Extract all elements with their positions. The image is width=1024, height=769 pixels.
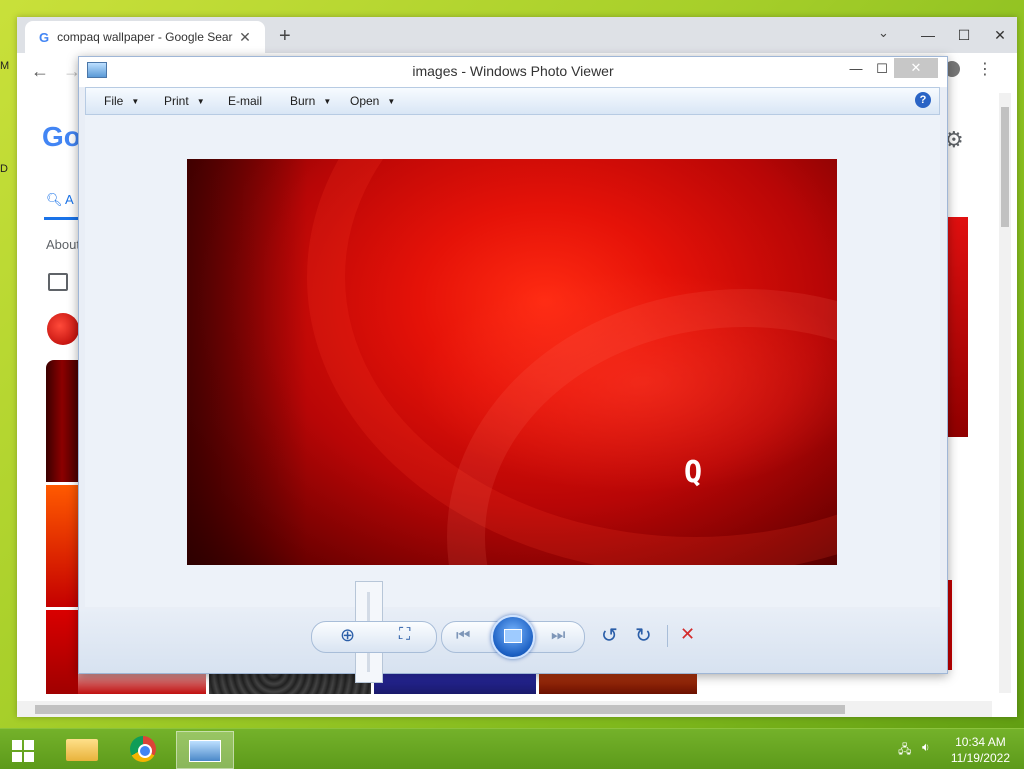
result-stats: About [46, 237, 80, 252]
compaq-logo: Q [684, 455, 703, 490]
chrome-icon-center [138, 744, 152, 758]
taskbar: 🖧︎ 🔉︎ 10:34 AM 11/19/2022 [0, 728, 1024, 769]
tab-strip: G compaq wallpaper - Google Search ✕ + ⌄… [17, 17, 1017, 53]
desktop-icon-label: D [0, 163, 8, 175]
photo-viewer-window: images - Windows Photo Viewer — ☐ ✕ File… [78, 56, 948, 683]
close-button[interactable]: ✕ [894, 58, 938, 78]
next-icon[interactable]: ⏭ [551, 627, 565, 645]
new-tab-button[interactable]: + [279, 25, 291, 48]
folder-icon [66, 739, 98, 761]
dropdown-arrow-icon: ▼ [196, 97, 205, 106]
tab-all[interactable]: A [65, 192, 74, 207]
photo-shadow [187, 159, 307, 565]
delete-icon[interactable]: ✕ [680, 624, 695, 645]
playback-controls-bar: ⊕ ⛶ ⏮ ⏭ ↺ ↻ ✕ [79, 581, 947, 683]
image-result-thumbnail[interactable] [46, 360, 78, 482]
image-result-thumbnail[interactable] [374, 672, 536, 694]
scrollbar-thumb[interactable] [1001, 107, 1009, 227]
image-result-thumbnail[interactable] [539, 672, 697, 694]
search-icon[interactable]: 🔍︎ [46, 192, 63, 208]
menu-burn[interactable]: Burn ▼ [290, 94, 331, 108]
network-icon[interactable]: 🖧︎ [898, 740, 911, 761]
scrollbar-thumb[interactable] [35, 705, 845, 714]
horizontal-scrollbar[interactable] [17, 701, 992, 717]
start-button[interactable] [0, 731, 56, 767]
taskbar-photo-viewer[interactable] [176, 731, 234, 769]
tab-search-button[interactable]: ⌄ [878, 25, 889, 41]
taskbar-chrome[interactable] [116, 731, 172, 767]
zoom-controls-group [311, 621, 437, 653]
image-result-thumbnail[interactable] [209, 672, 371, 694]
desktop-icon-label: M [0, 60, 10, 72]
separator [667, 625, 668, 647]
chrome-menu-icon[interactable]: ⋮ [977, 59, 993, 79]
image-result-thumbnail[interactable] [78, 672, 206, 694]
image-icon[interactable] [48, 273, 68, 291]
dropdown-arrow-icon: ▼ [131, 97, 140, 106]
taskbar-file-explorer[interactable] [56, 731, 112, 767]
chrome-close-button[interactable]: ✕ [982, 17, 1018, 53]
zoom-icon[interactable]: ⊕ [340, 625, 355, 646]
menu-email[interactable]: E-mail [228, 94, 262, 108]
photo-viewer-titlebar[interactable]: images - Windows Photo Viewer — ☐ ✕ [79, 57, 947, 87]
tab-title: compaq wallpaper - Google Search [57, 30, 234, 44]
google-logo[interactable]: Go [42, 121, 81, 153]
clock-date: 11/19/2022 [950, 751, 1010, 765]
maximize-button[interactable]: ☐ [867, 59, 897, 79]
image-result-thumbnail[interactable] [46, 610, 78, 694]
command-bar: File ▼ Print ▼ E-mail Burn ▼ Open ▼ ? [85, 87, 940, 115]
photo-viewer-icon [189, 740, 221, 762]
menu-print[interactable]: Print ▼ [164, 94, 205, 108]
chrome-maximize-button[interactable]: ☐ [946, 17, 982, 53]
help-icon[interactable]: ? [915, 92, 931, 108]
back-button[interactable]: ← [31, 61, 49, 82]
rotate-counterclockwise-icon[interactable]: ↺ [601, 623, 618, 648]
previous-icon[interactable]: ⏮ [456, 627, 470, 645]
menu-open[interactable]: Open ▼ [350, 94, 395, 108]
image-display-area: Q [85, 115, 940, 607]
dropdown-arrow-icon: ▼ [387, 97, 396, 106]
browser-tab[interactable]: G compaq wallpaper - Google Search ✕ [25, 21, 265, 53]
image-preview-panel[interactable] [946, 217, 968, 437]
vertical-scrollbar[interactable] [999, 93, 1011, 693]
related-search-chip[interactable] [47, 313, 79, 345]
dropdown-arrow-icon: ▼ [323, 97, 332, 106]
clock[interactable]: 10:34 AM 11/19/2022 [951, 734, 1010, 766]
volume-icon[interactable]: 🔉︎ [922, 740, 930, 755]
displayed-photo: Q [187, 159, 837, 565]
image-result-thumbnail[interactable] [46, 485, 78, 607]
menu-file[interactable]: File ▼ [104, 94, 139, 108]
chrome-minimize-button[interactable]: — [910, 17, 946, 53]
actual-size-icon[interactable]: ⛶ [399, 626, 410, 644]
slideshow-button[interactable] [491, 615, 535, 659]
slideshow-icon [504, 629, 522, 643]
rotate-clockwise-icon[interactable]: ↻ [635, 623, 652, 648]
tab-close-icon[interactable]: ✕ [239, 29, 251, 46]
window-title: images - Windows Photo Viewer [412, 63, 614, 79]
google-favicon-icon: G [39, 29, 50, 45]
clock-time: 10:34 AM [955, 735, 1006, 749]
